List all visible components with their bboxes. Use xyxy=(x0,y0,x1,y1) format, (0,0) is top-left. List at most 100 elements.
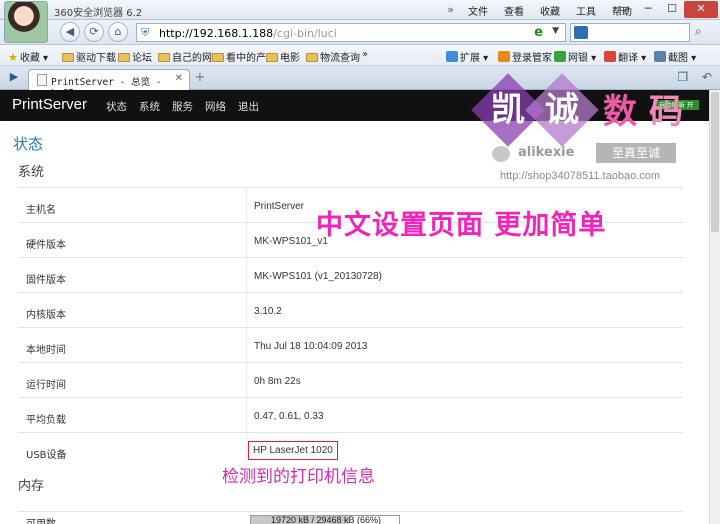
favorite-item[interactable]: 自己的网 xyxy=(158,49,212,64)
search-icon[interactable]: ⌕ xyxy=(695,24,702,39)
url-text[interactable]: http://192.168.1.188/cgi-bin/luci xyxy=(159,27,337,40)
memory-progress-bar: 19720 kB / 29468 kB (66%) xyxy=(250,515,400,524)
star-icon: ★ xyxy=(8,51,18,64)
menu-tools[interactable]: 工具 xyxy=(568,3,604,18)
favorites-overflow[interactable]: » xyxy=(362,49,368,60)
chevron-down-icon[interactable]: ▼ xyxy=(552,26,559,36)
memory-progress-text: 19720 kB / 29468 kB (66%) xyxy=(270,515,382,524)
favorite-item[interactable]: 论坛 xyxy=(118,49,152,64)
search-input[interactable] xyxy=(570,23,690,42)
title-bar: 360安全浏览器 6.2 » 文件 查看 收藏 工具 帮助 ▭ ─ ☐ ✕ xyxy=(0,0,720,43)
tab-list-icon[interactable]: ❐ xyxy=(677,70,688,84)
home-button[interactable]: ⌂ xyxy=(108,22,128,42)
bank-icon xyxy=(554,51,566,62)
scrollbar[interactable] xyxy=(709,90,720,524)
translate-button[interactable]: 翻译 ▾ xyxy=(604,49,646,64)
login-manager-button[interactable]: 登录管家 xyxy=(498,49,552,64)
menu-favorites[interactable]: 收藏 xyxy=(532,3,568,18)
key-icon xyxy=(498,51,510,62)
menu-file[interactable]: 文件 xyxy=(460,3,496,18)
watermark-banner: alikexie 至真至诚 xyxy=(492,143,682,164)
translate-icon xyxy=(604,51,616,62)
divider xyxy=(246,398,247,433)
extension-icon xyxy=(446,51,458,62)
close-tab-icon[interactable]: ✕ xyxy=(175,73,183,84)
row-key: 本地时间 xyxy=(26,345,66,356)
folder-icon xyxy=(306,53,318,62)
page-icon xyxy=(37,74,47,86)
favorite-item[interactable]: 电影 xyxy=(266,49,300,64)
menu-view[interactable]: 查看 xyxy=(496,3,532,18)
restore-icon[interactable]: ▭ xyxy=(612,1,636,18)
favorite-item[interactable]: 物流查询 xyxy=(306,49,360,64)
table-row: 内核版本 3.10.2 xyxy=(18,292,683,328)
divider xyxy=(246,258,247,293)
screenshot-button[interactable]: 截图 ▾ xyxy=(654,49,696,64)
shield-icon: ⛨ xyxy=(141,26,150,39)
divider xyxy=(246,188,247,223)
address-bar[interactable]: ⛨ http://192.168.1.188/cgi-bin/luci e ▼ xyxy=(136,23,566,42)
row-value: 0h 8m 22s xyxy=(254,376,301,387)
table-row: 运行时间 0h 8m 22s xyxy=(18,362,683,398)
refresh-button[interactable]: ⟳ xyxy=(84,22,104,42)
user-avatar[interactable] xyxy=(4,1,48,43)
sidebar-toggle-icon[interactable]: ▶ xyxy=(6,70,22,86)
online-banking-button[interactable]: 网银 ▾ xyxy=(554,49,596,64)
ie-engine-icon[interactable]: e xyxy=(534,25,543,40)
close-icon[interactable]: ✕ xyxy=(684,1,718,18)
table-row: 可用数 19720 kB / 29468 kB (66%) xyxy=(18,511,683,524)
row-key: 固件版本 xyxy=(26,275,66,286)
minimize-icon[interactable]: ─ xyxy=(636,1,660,18)
search-engine-icon[interactable] xyxy=(574,26,588,39)
menu-services[interactable]: 服务 xyxy=(172,99,193,114)
menu-logout[interactable]: 退出 xyxy=(238,99,259,114)
menu-network[interactable]: 网络 xyxy=(205,99,226,114)
menu-bar: » 文件 查看 收藏 工具 帮助 xyxy=(441,3,640,18)
scrollbar-thumb[interactable] xyxy=(711,92,719,232)
table-row: 本地时间 Thu Jul 18 10:04:09 2013 xyxy=(18,327,683,363)
row-value: 0.47, 0.61, 0.33 xyxy=(254,411,324,422)
menu-status[interactable]: 状态 xyxy=(106,99,127,114)
row-key: USB设备 xyxy=(26,450,67,461)
watermark-char: 数 xyxy=(603,92,637,132)
menu-system[interactable]: 系统 xyxy=(139,99,160,114)
table-row: 平均负载 0.47, 0.61, 0.33 xyxy=(18,397,683,433)
row-key: 可用数 xyxy=(26,515,56,524)
watermark-logo-icon xyxy=(492,146,510,162)
folder-icon xyxy=(212,53,224,62)
watermark-name: alikexie xyxy=(518,145,575,160)
watermark-slogan: 至真至诚 xyxy=(596,143,676,163)
maximize-icon[interactable]: ☐ xyxy=(660,1,684,18)
promo-caption: 中文设置页面 更加简单 xyxy=(316,210,607,241)
divider xyxy=(246,328,247,363)
tab-tools: ❐ ↶ xyxy=(667,70,712,84)
favorite-item[interactable]: 看中的产 xyxy=(212,49,266,64)
row-value: Thu Jul 18 10:04:09 2013 xyxy=(254,341,368,352)
folder-icon xyxy=(118,53,130,62)
row-value: PrintServer xyxy=(254,201,305,212)
new-tab-icon[interactable]: + xyxy=(193,71,207,86)
menu-overflow[interactable]: » xyxy=(441,3,460,18)
row-key: 硬件版本 xyxy=(26,240,66,251)
browser-window: 360安全浏览器 6.2 » 文件 查看 收藏 工具 帮助 ▭ ─ ☐ ✕ ◀ … xyxy=(0,0,720,524)
brand-logo[interactable]: PrintServer xyxy=(12,96,87,113)
extensions-button[interactable]: 扩展 ▾ xyxy=(446,49,488,64)
row-key: 内核版本 xyxy=(26,310,66,321)
page-title: 状态 xyxy=(13,135,44,153)
row-value: MK-WPS101 (v1_20130728) xyxy=(254,271,382,282)
row-value: 3.10.2 xyxy=(254,306,282,317)
tab-luci[interactable]: PrintServer - 总览 - LuCI ✕ xyxy=(28,69,190,99)
row-key: 运行时间 xyxy=(26,380,66,391)
back-button[interactable]: ◀ xyxy=(60,22,80,42)
undo-close-icon[interactable]: ↶ xyxy=(702,70,712,84)
watermark-char: 码 xyxy=(649,92,683,132)
favorite-item[interactable]: 驱动下载 xyxy=(62,49,116,64)
row-key: 平均负载 xyxy=(26,415,66,426)
favorites-menu[interactable]: ★ 收藏 ▾ xyxy=(8,49,48,64)
favorites-bar: ★ 收藏 ▾ 驱动下载 论坛 自己的网 看中的产 电影 物流查询 » 扩展 ▾ 登… xyxy=(0,45,720,66)
row-key: 主机名 xyxy=(26,205,56,216)
usb-annotation: 检测到的打印机信息 xyxy=(222,467,375,487)
divider xyxy=(246,363,247,398)
app-title: 360安全浏览器 6.2 xyxy=(54,8,143,19)
section-memory-heading: 内存 xyxy=(18,479,45,494)
